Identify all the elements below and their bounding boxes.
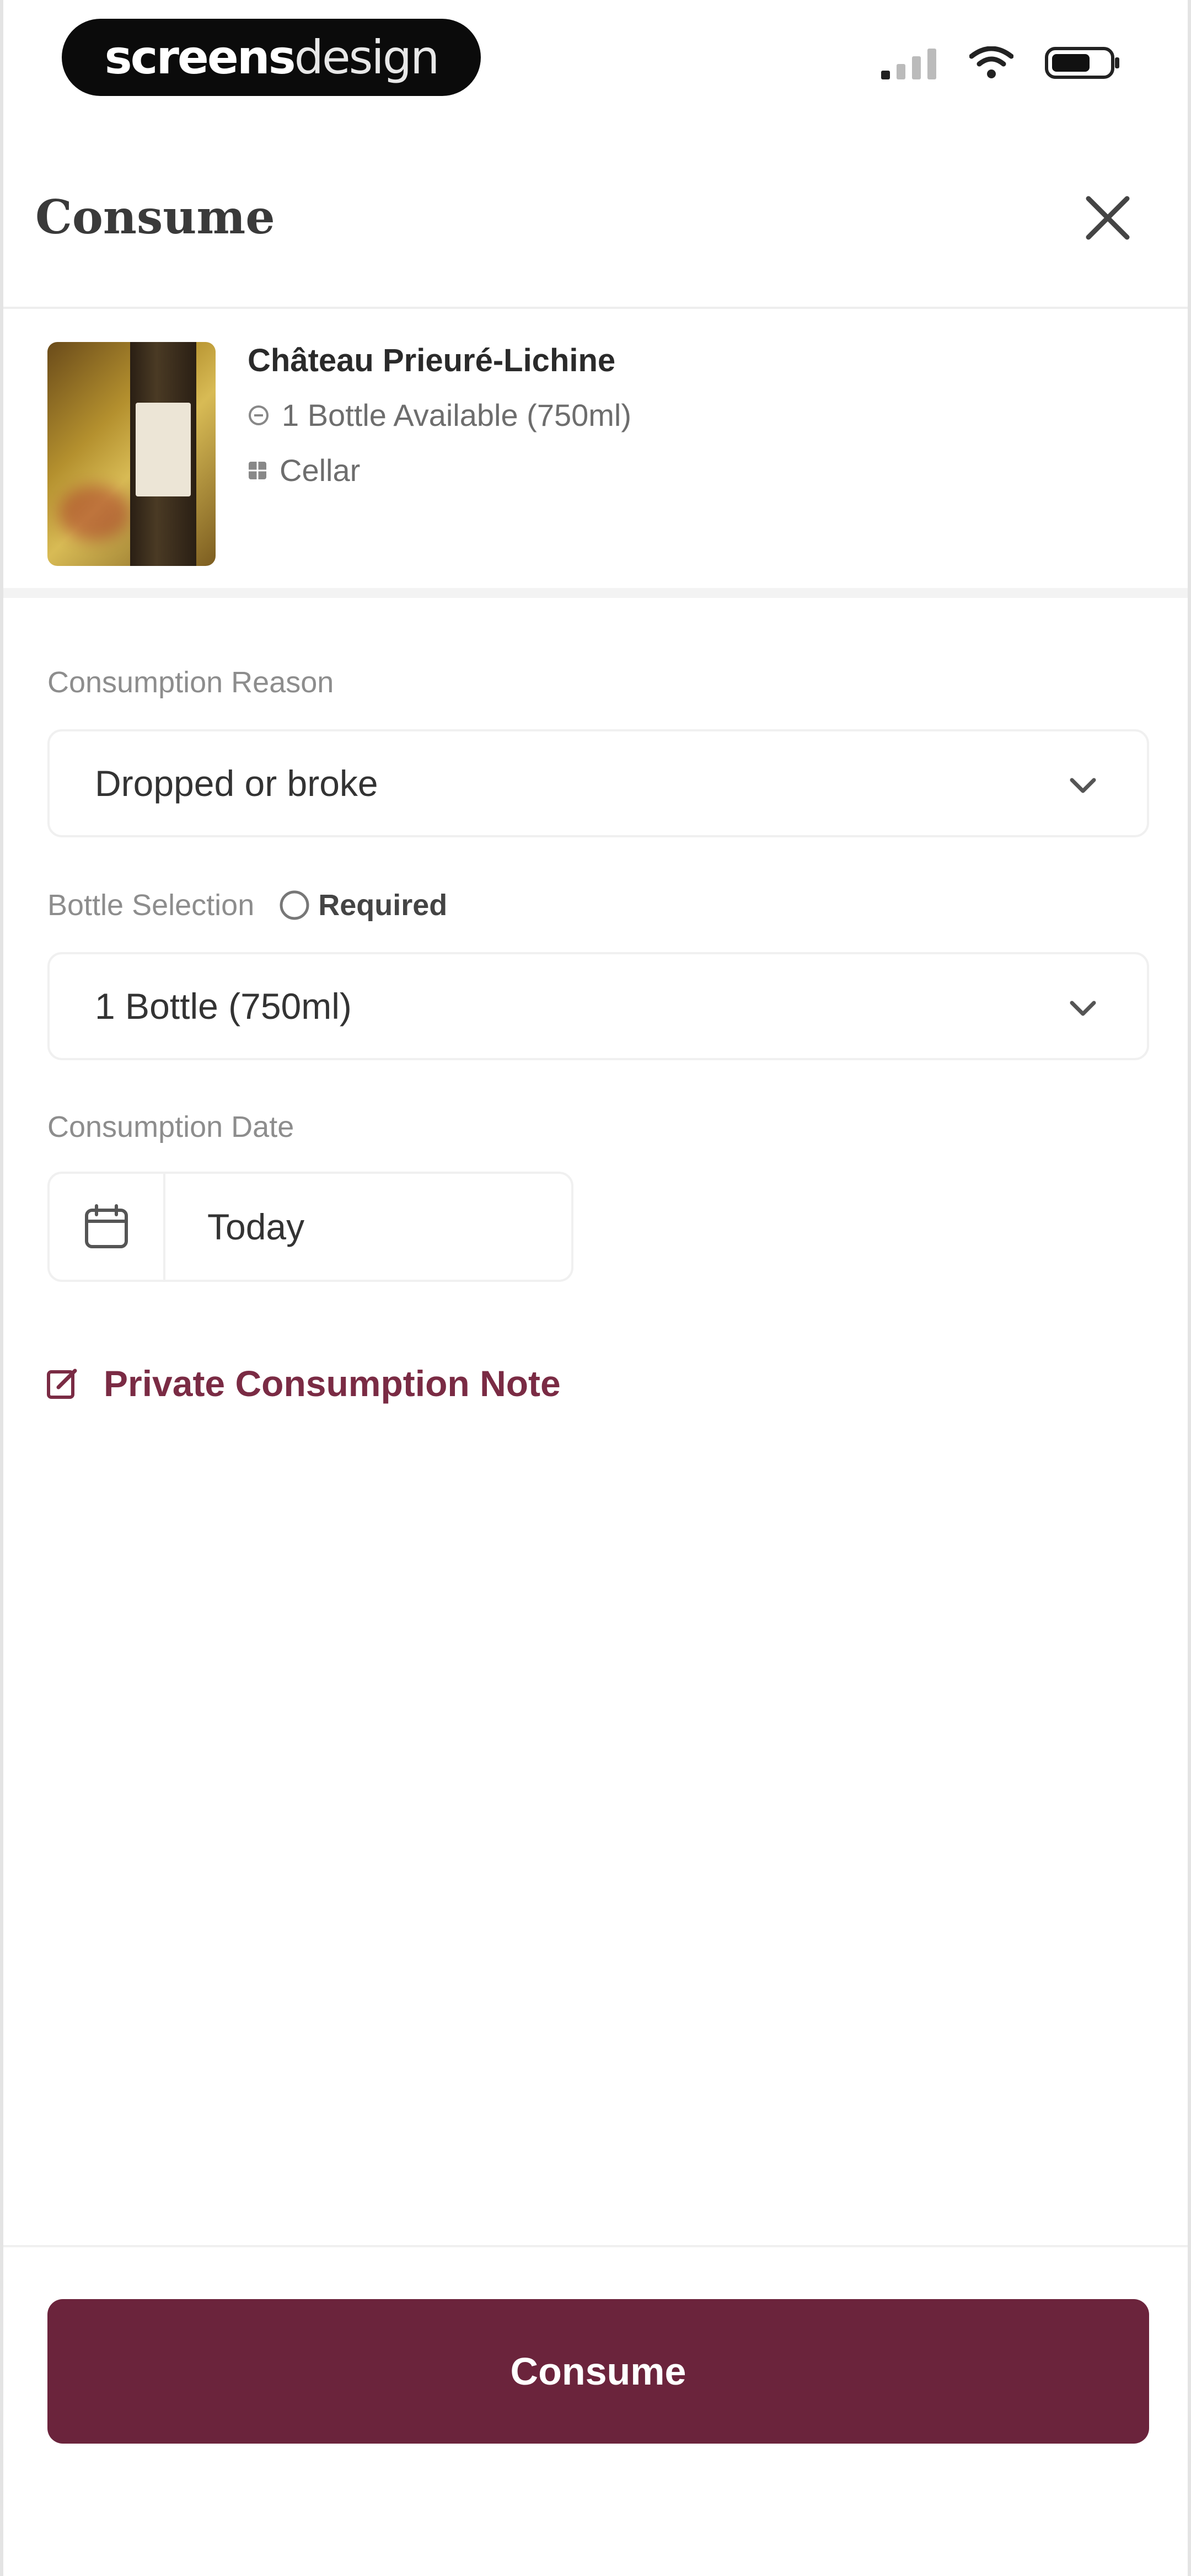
private-note-link[interactable]: Private Consumption Note xyxy=(45,1362,561,1404)
required-text: Required xyxy=(318,889,448,922)
wine-location-text: Cellar xyxy=(280,453,361,488)
bottle-selection-label: Bottle Selection Required xyxy=(47,888,447,922)
bottle-selection-label-text: Bottle Selection xyxy=(47,889,255,922)
battery-icon xyxy=(1045,47,1119,79)
close-button[interactable] xyxy=(1077,188,1138,248)
consumption-reason-label: Consumption Reason xyxy=(47,665,334,699)
wifi-icon xyxy=(969,46,1013,78)
close-icon xyxy=(1086,196,1130,240)
consumption-date-value: Today xyxy=(207,1206,305,1247)
consume-button[interactable]: Consume xyxy=(47,2299,1149,2444)
chevron-down-icon xyxy=(1070,778,1096,793)
consumption-date-label-text: Consumption Date xyxy=(47,1110,294,1143)
wine-summary: Château Prieuré-Lichine 1 Bottle Availab… xyxy=(3,311,1188,598)
page-title: Consume xyxy=(35,190,275,244)
modal-header: Consume xyxy=(3,165,1188,309)
signal-icon xyxy=(881,49,936,79)
wine-availability: 1 Bottle Available (750ml) xyxy=(248,397,631,433)
calendar-icon xyxy=(85,1204,128,1248)
bottle-selection-value: 1 Bottle (750ml) xyxy=(95,986,352,1027)
status-bar: screens design xyxy=(3,0,1188,110)
consumption-reason-value: Dropped or broke xyxy=(95,763,378,804)
wine-location: Cellar xyxy=(248,452,360,488)
info-icon xyxy=(280,890,309,920)
footer: Consume xyxy=(3,2245,1188,2576)
chevron-down-icon xyxy=(1070,1001,1096,1016)
consumption-reason-select[interactable]: Dropped or broke xyxy=(47,729,1149,837)
required-badge: Required xyxy=(278,888,447,922)
wine-availability-text: 1 Bottle Available (750ml) xyxy=(282,398,631,432)
consumption-reason-label-text: Consumption Reason xyxy=(47,666,334,699)
cellar-icon xyxy=(249,461,266,479)
private-note-link-text: Private Consumption Note xyxy=(104,1363,561,1404)
brand-logo-light: design xyxy=(294,30,440,84)
brand-logo-bold: screens xyxy=(104,30,296,84)
wine-name: Château Prieuré-Lichine xyxy=(248,343,616,378)
date-picker-button[interactable] xyxy=(50,1174,165,1280)
bottle-selection-select[interactable]: 1 Bottle (750ml) xyxy=(47,952,1149,1060)
status-icons xyxy=(881,45,1122,81)
consumption-date-field[interactable]: Today xyxy=(47,1172,573,1282)
edit-icon xyxy=(47,1369,77,1399)
wine-bottle-image xyxy=(47,342,216,566)
bottle-count-icon xyxy=(249,405,269,425)
brand-logo: screens design xyxy=(62,19,481,96)
consumption-date-label: Consumption Date xyxy=(47,1110,294,1144)
